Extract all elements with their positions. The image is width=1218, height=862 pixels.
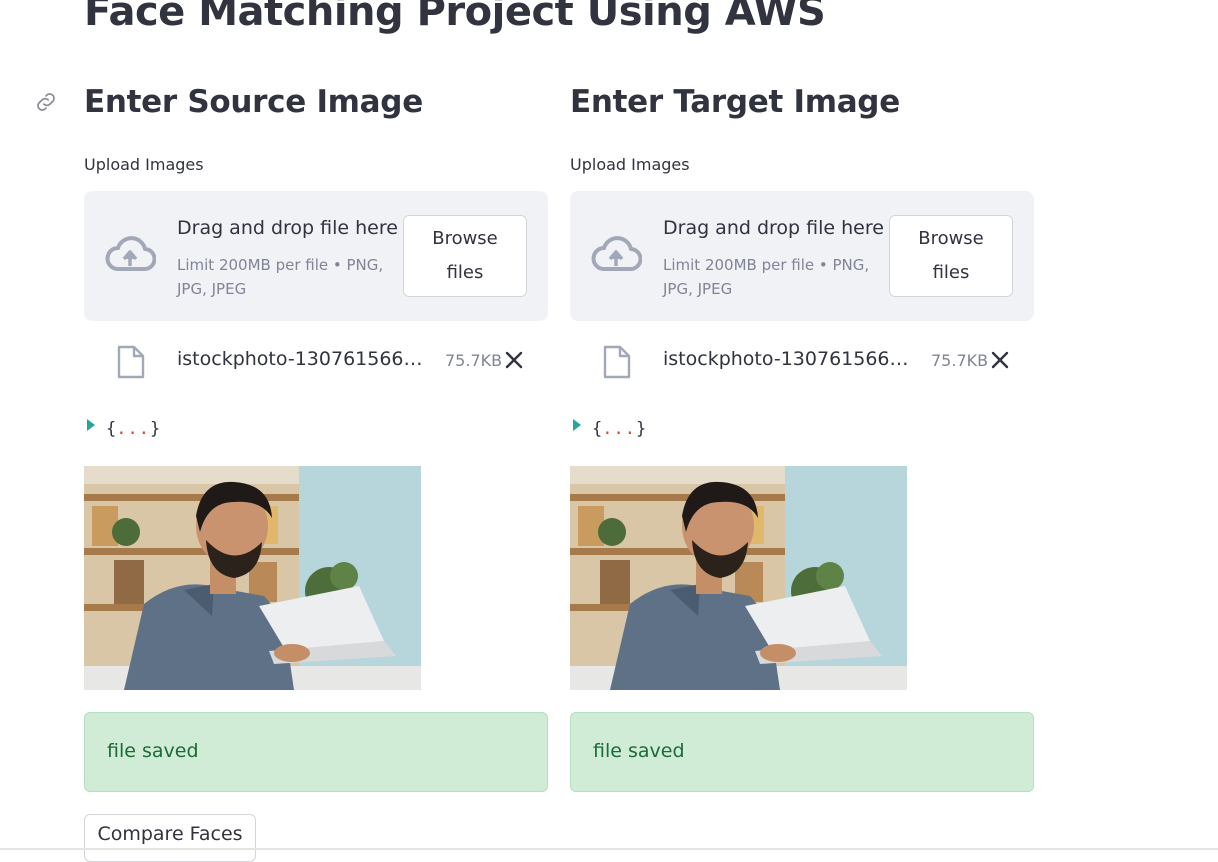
page-title: Face Matching Project Using AWS <box>84 0 826 35</box>
target-column: Enter Target Image Upload Images Drag an… <box>570 80 1034 792</box>
uploaded-file-row: istockphoto-1307615661-612x612.jpg 75.7K… <box>570 342 1034 380</box>
source-dropzone[interactable]: Drag and drop file here Limit 200MB per … <box>84 191 548 321</box>
source-column: Enter Source Image Upload Images Drag an… <box>84 80 548 792</box>
caret-right-icon[interactable] <box>572 418 582 432</box>
close-icon[interactable] <box>989 349 1011 371</box>
file-name: istockphoto-1307615661-612x612.jpg <box>663 348 915 370</box>
target-success-alert: file saved <box>570 712 1034 792</box>
file-name: istockphoto-1307615661-612x612.jpg <box>177 348 429 370</box>
close-icon[interactable] <box>503 349 525 371</box>
compare-faces-button[interactable]: Compare Faces <box>84 814 256 862</box>
target-image-preview <box>570 466 907 690</box>
source-heading: Enter Source Image <box>84 84 423 120</box>
cloud-upload-icon <box>591 236 642 271</box>
browse-files-button[interactable]: Browse files <box>889 215 1013 297</box>
dropzone-title: Drag and drop file here <box>663 217 884 239</box>
source-upload-label: Upload Images <box>84 155 204 174</box>
dropzone-title: Drag and drop file here <box>177 217 398 239</box>
json-preview: {...} <box>592 419 647 439</box>
file-size: 75.7KB <box>931 351 989 370</box>
uploaded-file-row: istockphoto-1307615661-612x612.jpg 75.7K… <box>84 342 548 380</box>
cloud-upload-icon <box>105 236 156 271</box>
target-dropzone[interactable]: Drag and drop file here Limit 200MB per … <box>570 191 1034 321</box>
dropzone-limit: Limit 200MB per file • PNG, JPG, JPEG <box>663 256 870 298</box>
file-icon <box>603 345 631 379</box>
json-preview: {...} <box>106 419 161 439</box>
source-image-preview <box>84 466 421 690</box>
dropzone-limit: Limit 200MB per file • PNG, JPG, JPEG <box>177 256 384 298</box>
target-upload-label: Upload Images <box>570 155 690 174</box>
source-success-alert: file saved <box>84 712 548 792</box>
target-heading: Enter Target Image <box>570 84 900 120</box>
file-size: 75.7KB <box>445 351 503 370</box>
file-icon <box>117 345 145 379</box>
link-icon[interactable] <box>33 89 59 115</box>
browse-files-button[interactable]: Browse files <box>403 215 527 297</box>
caret-right-icon[interactable] <box>86 418 96 432</box>
